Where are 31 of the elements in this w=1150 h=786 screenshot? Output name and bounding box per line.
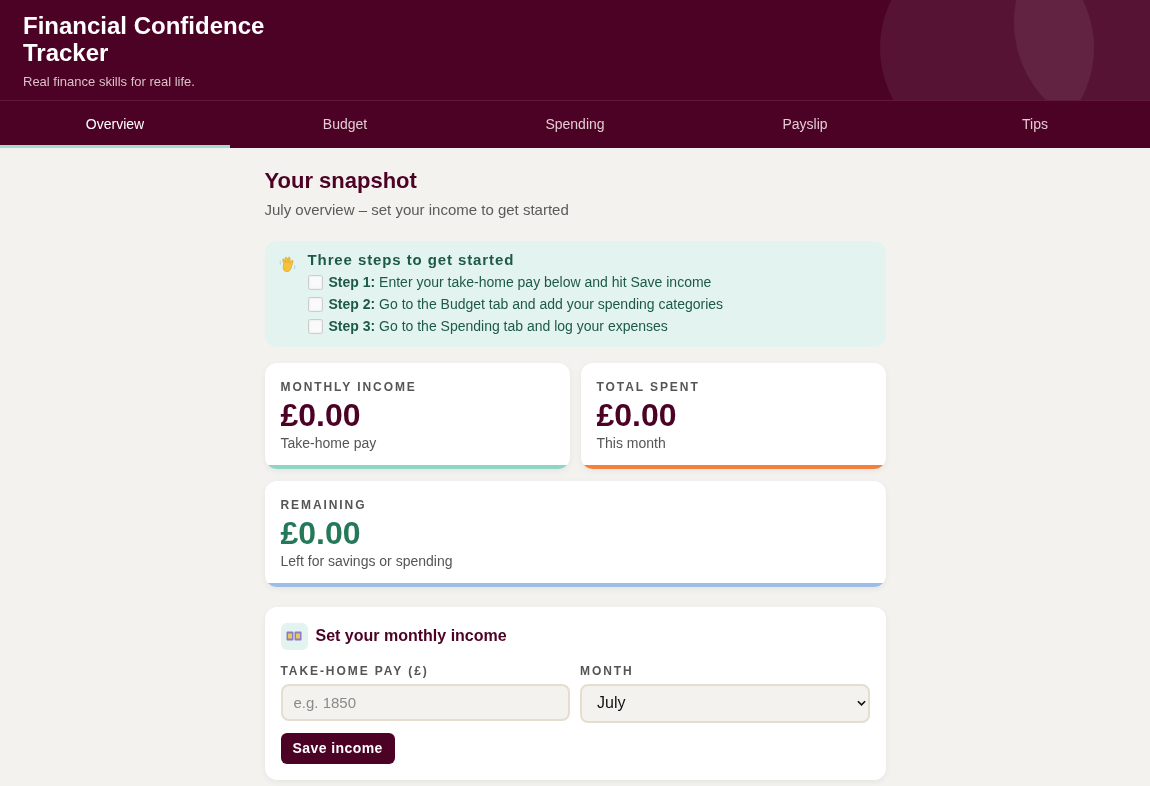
stat-value: £0.00	[280, 397, 361, 432]
stat-caption: Take-home pay	[280, 433, 377, 452]
app-title: Financial Confidence Tracker	[23, 12, 266, 66]
nav-tab[interactable]: Overview	[0, 101, 230, 148]
banknote-icon	[280, 622, 308, 650]
field-label: TAKE-HOME PAY (£)	[280, 662, 429, 679]
stat-value: £0.00	[280, 515, 361, 550]
section-subtitle: July overview – set your income to get started	[264, 200, 570, 220]
chevron-down-icon	[856, 699, 866, 706]
income-card-title: Set your monthly income	[315, 626, 507, 646]
stat-caption: This month	[596, 433, 666, 452]
step-text: Step 3: Go to the Spending tab and log your expenses	[328, 317, 668, 336]
nav-tab[interactable]: Tips	[920, 101, 1150, 148]
step-text: Step 1: Enter your take-home pay below and hit Save income	[328, 273, 712, 292]
nav-tab[interactable]: Payslip	[690, 101, 920, 148]
field-label: MONTH	[580, 662, 634, 679]
waving-hand-icon	[278, 254, 297, 274]
stat-label: MONTHLY INCOME	[280, 378, 417, 395]
section-title: Your snapshot	[264, 167, 418, 195]
save-income-button[interactable]: Save income	[280, 732, 395, 764]
stat-label: TOTAL SPENT	[596, 378, 700, 395]
stat-label: REMAINING	[280, 496, 367, 513]
month-select[interactable]: July	[580, 683, 870, 723]
stat-value: £0.00	[596, 397, 677, 432]
step-text: Step 2: Go to the Budget tab and add your spending categories	[328, 295, 724, 314]
getting-started-title: Three steps to get started	[307, 249, 515, 270]
stat-caption: Left for savings or spending	[280, 551, 453, 570]
nav-tab[interactable]: Spending	[460, 101, 690, 148]
take-home-pay-input[interactable]: e.g. 1850	[280, 683, 570, 721]
nav-tab[interactable]: Budget	[230, 101, 460, 148]
app-tagline: Real finance skills for real life.	[23, 73, 195, 91]
